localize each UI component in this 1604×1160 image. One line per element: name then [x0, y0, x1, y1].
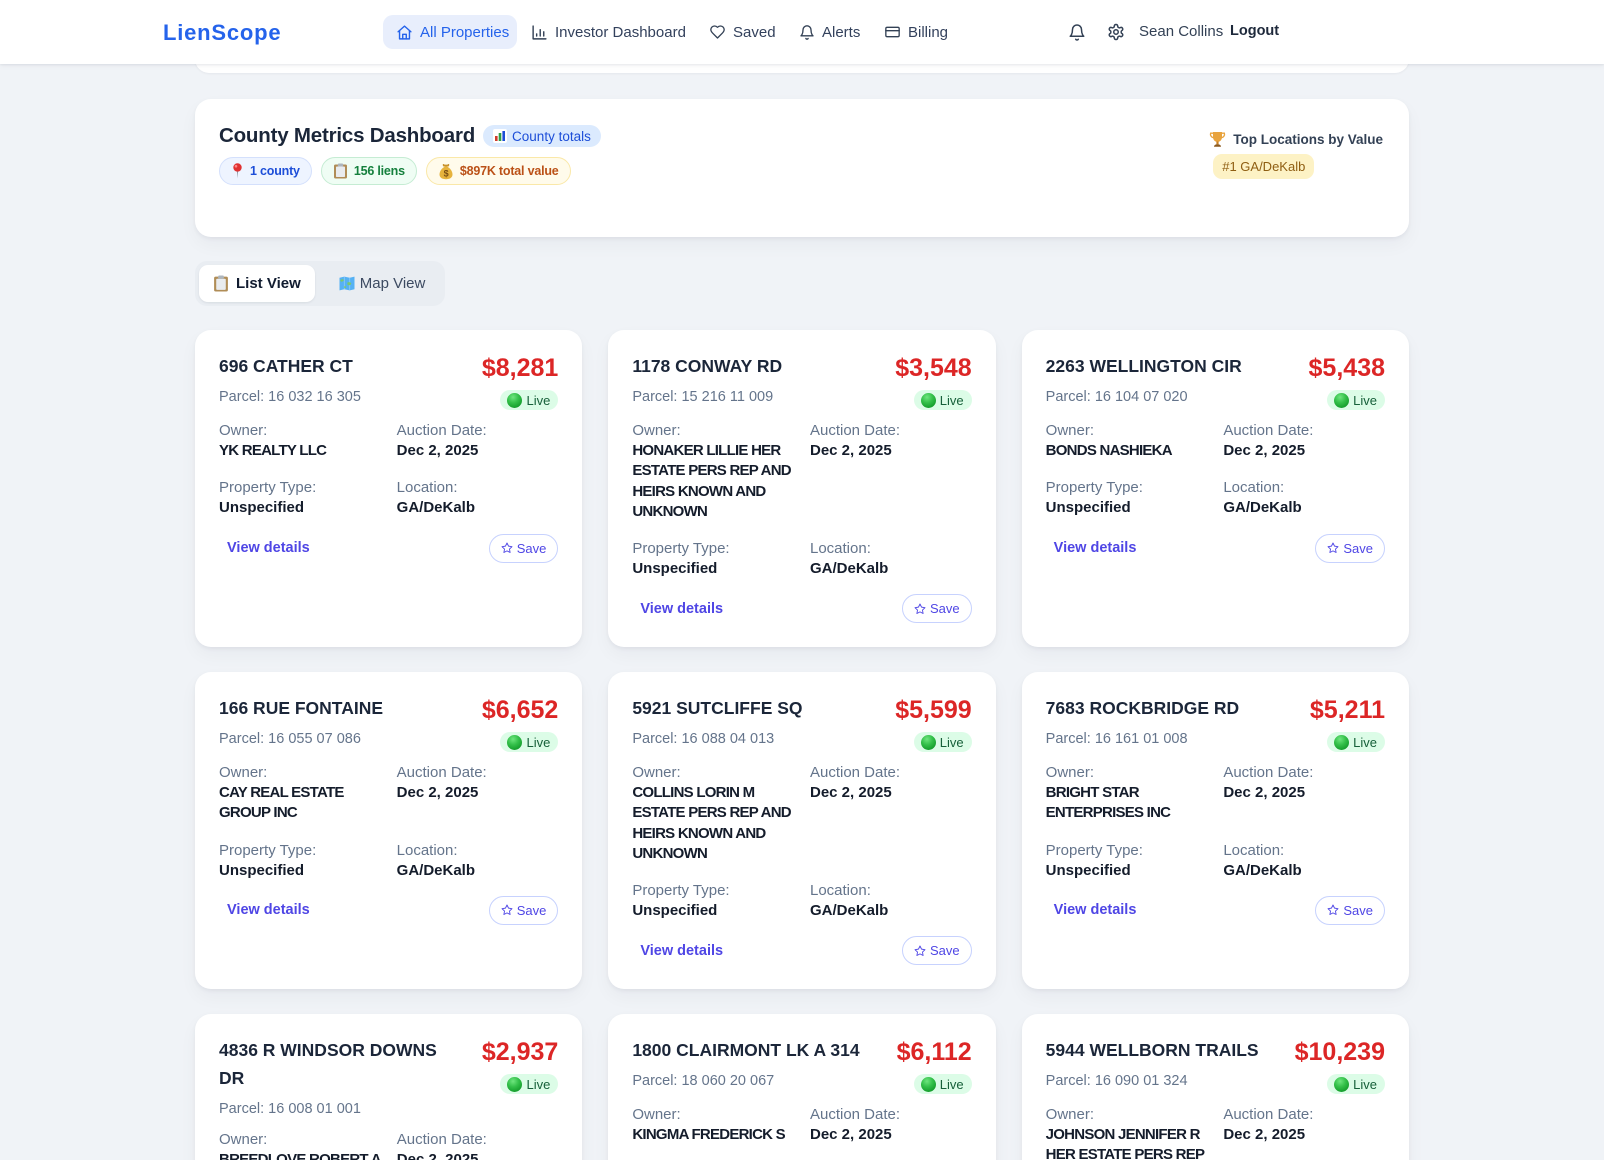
svg-text:$: $ — [443, 168, 448, 178]
